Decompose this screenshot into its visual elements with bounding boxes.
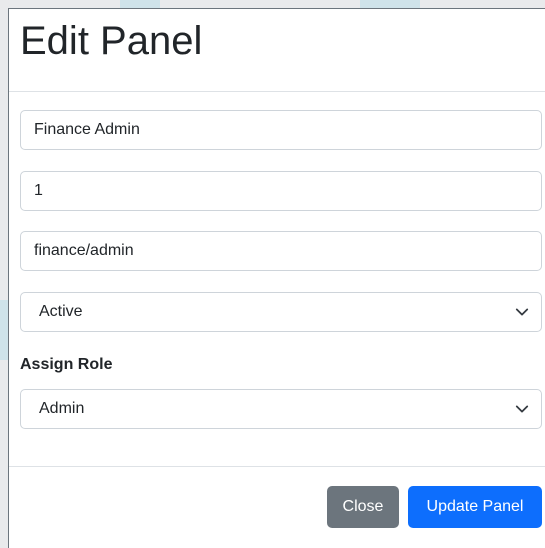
assign-role-select[interactable]: Admin (20, 389, 542, 429)
edit-panel-modal: Edit Panel Active Assign Role Admin Clos… (8, 8, 545, 548)
status-select[interactable]: Active (20, 292, 542, 332)
path-input[interactable] (20, 231, 542, 271)
chevron-down-icon (515, 308, 529, 316)
assign-role-label: Assign Role (20, 356, 113, 373)
assign-role-select-value: Admin (39, 400, 85, 417)
chevron-down-icon (515, 405, 529, 413)
modal-title: Edit Panel (20, 19, 203, 63)
update-panel-button[interactable]: Update Panel (408, 486, 542, 528)
close-button[interactable]: Close (327, 486, 399, 528)
order-input[interactable] (20, 171, 542, 211)
header-divider (9, 91, 545, 92)
panel-name-input[interactable] (20, 110, 542, 150)
status-select-value: Active (39, 303, 83, 320)
footer-divider (9, 466, 545, 467)
